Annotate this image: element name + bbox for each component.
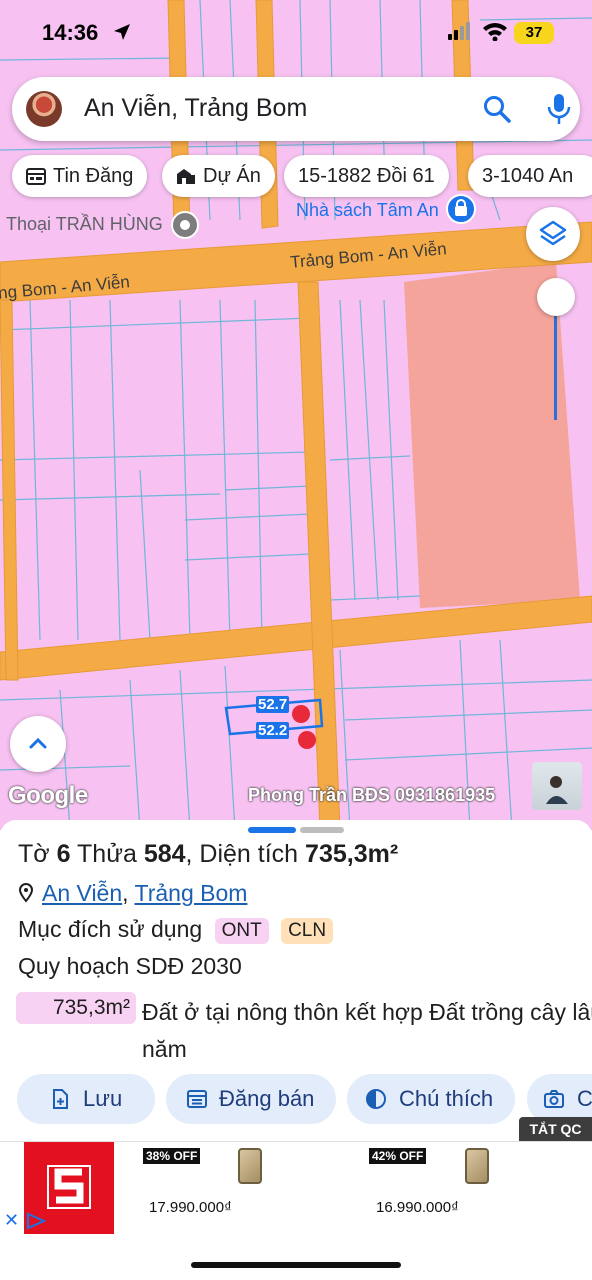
avatar[interactable] <box>26 91 62 127</box>
watermark-text: Phong Trần BĐS 0931861935 <box>248 785 496 805</box>
layers-button[interactable] <box>526 207 580 261</box>
location-pin-icon <box>18 882 34 903</box>
commune-link[interactable]: An Viễn <box>42 880 122 906</box>
signal-icon <box>448 22 470 40</box>
location-separator: , <box>122 880 135 906</box>
legend-icon <box>366 1089 386 1109</box>
status-bar: 14:36 37 <box>0 0 592 66</box>
chip-location-2[interactable]: 3-1040 An <box>468 155 592 197</box>
chevron-up-icon <box>29 737 47 749</box>
chip-tin-dang[interactable]: Tin Đăng <box>12 155 148 197</box>
save-label: Lưu <box>83 1086 123 1111</box>
mic-icon[interactable] <box>544 92 574 126</box>
opacity-slider-knob[interactable] <box>537 278 575 316</box>
listing-icon <box>187 1090 207 1108</box>
map-view[interactable]: Thoại TRẦN HÙNG Nhà sách Tâm An Trảng Bo… <box>0 0 592 830</box>
ad-phone-image <box>238 1148 262 1184</box>
ad-phone-image <box>465 1148 489 1184</box>
chip-du-an[interactable]: Dự Án <box>162 155 275 197</box>
thua-label: Thửa <box>77 840 137 868</box>
area-value: 735,3m² <box>305 840 399 868</box>
opacity-slider-track[interactable] <box>554 300 557 420</box>
plan-description: Đất ở tại nông thôn kết hợp Đất trồng câ… <box>142 999 592 1062</box>
chip-location-1[interactable]: 15-1882 Đồi 61 <box>284 155 449 197</box>
ad-choices-icon[interactable] <box>26 1212 46 1230</box>
status-time: 14:36 <box>42 20 99 45</box>
battery-indicator: 37 <box>514 22 554 44</box>
district-link[interactable]: Trảng Bom <box>135 880 248 906</box>
legend-button[interactable]: Chú thích <box>347 1074 515 1124</box>
save-button[interactable]: Lưu <box>17 1074 155 1124</box>
parcel-location: An Viễn, Trảng Bom <box>18 880 247 907</box>
plan-area-badge: 735,3m² <box>16 992 136 1024</box>
legend-label: Chú thích <box>399 1086 494 1111</box>
ad-price-1: 17.990.000₫ <box>149 1199 232 1216</box>
purpose-row: Mục đích sử dụng ONT CLN <box>18 916 334 944</box>
post-listing-label: Đăng bán <box>219 1086 315 1111</box>
parcel-title: Tờ 6 Thửa 584, Diện tích 735,3m² <box>18 840 398 869</box>
sheet-handle-active[interactable] <box>248 827 296 833</box>
ad-banner[interactable]: 38% OFF 17.990.000₫ 42% OFF 16.990.000₫ <box>0 1141 592 1234</box>
ad-offer-2: 42% OFF <box>369 1148 427 1164</box>
watermark-photo <box>532 762 582 810</box>
chip-label: Dự Án <box>203 165 261 187</box>
location-arrow-icon <box>114 24 130 40</box>
to-number: 6 <box>56 840 71 868</box>
poi-pin-gray-icon[interactable] <box>170 210 200 245</box>
search-bar[interactable]: An Viễn, Trảng Bom <box>12 77 580 141</box>
sheet-handle-inactive[interactable] <box>300 827 344 833</box>
home-indicator[interactable] <box>191 1262 401 1268</box>
building-icon <box>177 169 195 184</box>
purpose-label: Mục đích sử dụng <box>18 916 203 942</box>
search-icon[interactable] <box>482 94 512 124</box>
hide-ad-button[interactable]: TẮT QC <box>519 1117 592 1141</box>
title-prefix: Tờ <box>18 840 50 868</box>
thua-number: 584 <box>143 840 186 868</box>
shopping-bag-pin-icon[interactable] <box>445 193 477 230</box>
dimension-label-top: 52.7 <box>256 696 290 713</box>
area-label: , Diện tích <box>185 840 299 868</box>
calendar-icon <box>26 168 46 185</box>
marker-dot-icon[interactable] <box>292 705 310 723</box>
wifi-icon <box>483 23 507 41</box>
poi-label-left: Thoại TRẦN HÙNG <box>6 214 163 234</box>
ad-close-icon[interactable]: ✕ <box>4 1210 19 1231</box>
chip-label: 15-1882 Đồi 61 <box>298 165 435 187</box>
ad-price-2: 16.990.000₫ <box>376 1199 459 1216</box>
save-icon <box>53 1089 68 1109</box>
post-listing-button[interactable]: Đăng bán <box>166 1074 336 1124</box>
camera-icon <box>544 1090 564 1108</box>
layers-icon <box>539 220 567 246</box>
dimension-label-bottom: 52.2 <box>256 722 290 739</box>
ad-offer-1: 38% OFF <box>143 1148 201 1164</box>
chip-label: 3-1040 An <box>482 165 574 187</box>
chip-label: Tin Đăng <box>53 165 134 187</box>
search-input[interactable]: An Viễn, Trảng Bom <box>84 94 307 123</box>
purpose-tag-ont[interactable]: ONT <box>214 918 269 944</box>
poi-label-right: Nhà sách Tâm An <box>296 200 439 220</box>
expand-up-button[interactable] <box>10 716 66 772</box>
google-logo: Google <box>8 782 88 809</box>
parcel-info-sheet: Tờ 6 Thửa 584, Diện tích 735,3m² An Viễn… <box>0 820 592 1140</box>
plan-label: Quy hoạch SDĐ 2030 <box>18 953 242 979</box>
purpose-tag-cln[interactable]: CLN <box>281 918 334 944</box>
marker-dot-icon[interactable] <box>298 731 316 749</box>
